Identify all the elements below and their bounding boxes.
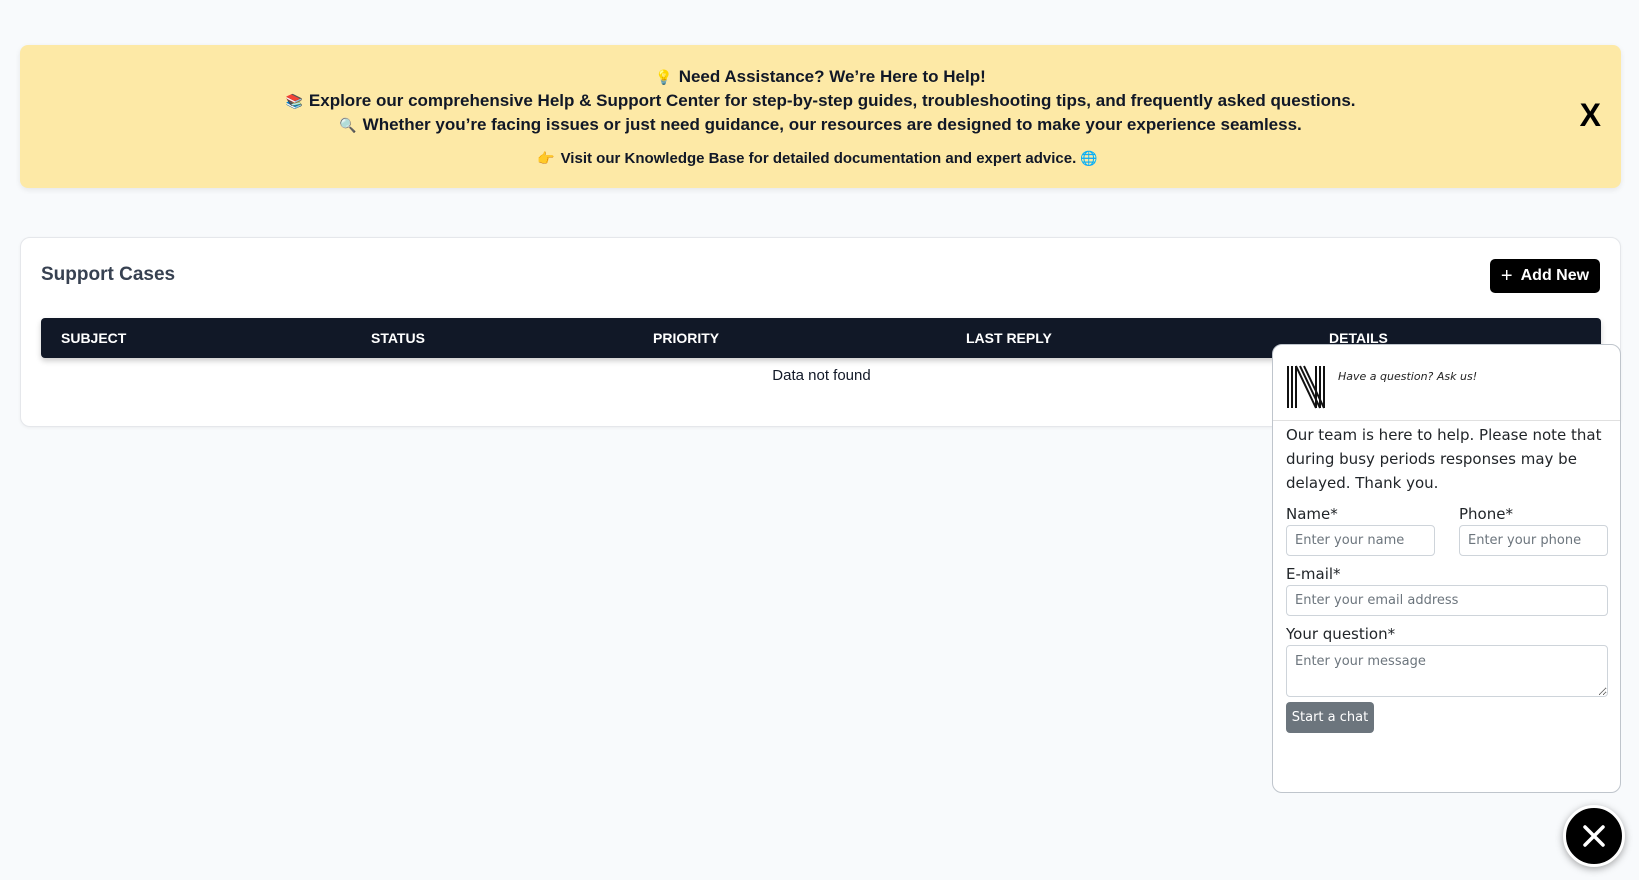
banner-close-button[interactable]: X bbox=[1580, 97, 1601, 134]
column-header-subject[interactable]: SUBJECT bbox=[61, 330, 126, 346]
banner-text-knowledge-base: 👉 Visit our Knowledge Base for detailed d… bbox=[537, 150, 1098, 167]
help-banner: 💡 Need Assistance? We’re Here to Help! 📚 E… bbox=[20, 45, 1621, 188]
add-new-label: Add New bbox=[1520, 267, 1590, 284]
brand-logo-icon bbox=[1287, 365, 1325, 409]
phone-label: Phone* bbox=[1459, 505, 1513, 523]
chat-toggle-button[interactable] bbox=[1563, 805, 1625, 867]
chat-header: Have a question? Ask us! bbox=[1273, 345, 1620, 421]
question-label: Your question* bbox=[1286, 625, 1396, 643]
globe-icon: 🌐 bbox=[1080, 150, 1098, 166]
banner-text-guidance: 🔍 Whether you’re facing issues or just ne… bbox=[339, 115, 1302, 134]
phone-input[interactable] bbox=[1459, 525, 1608, 556]
name-input[interactable] bbox=[1286, 525, 1435, 556]
plus-icon: + bbox=[1500, 265, 1513, 287]
start-chat-button[interactable]: Start a chat bbox=[1286, 702, 1374, 733]
banner-text-help-center: 📚 Explore our comprehensive Help & Suppor… bbox=[285, 91, 1356, 110]
column-header-last-reply[interactable]: LAST REPLY bbox=[966, 330, 1052, 346]
add-new-button[interactable]: + Add New bbox=[1490, 259, 1600, 293]
column-header-status[interactable]: STATUS bbox=[371, 330, 425, 346]
page-title: Support Cases bbox=[41, 264, 176, 285]
help-center-link[interactable]: Help & Support Center bbox=[538, 91, 720, 110]
chat-widget: Have a question? Ask us! Our team is her… bbox=[1272, 344, 1621, 793]
books-icon: 📚 bbox=[285, 93, 303, 109]
name-label: Name* bbox=[1286, 505, 1338, 523]
close-icon bbox=[1583, 825, 1605, 847]
lightbulb-icon: 💡 bbox=[655, 69, 673, 85]
banner-title: 💡 Need Assistance? We’re Here to Help! bbox=[655, 67, 986, 86]
pointing-hand-icon: 👉 bbox=[537, 150, 555, 166]
column-header-priority[interactable]: PRIORITY bbox=[653, 330, 719, 346]
email-input[interactable] bbox=[1286, 585, 1608, 616]
question-textarea[interactable] bbox=[1286, 645, 1608, 697]
magnifier-icon: 🔍 bbox=[339, 117, 357, 133]
chat-intro-text: Our team is here to help. Please note th… bbox=[1286, 426, 1602, 492]
chat-tagline: Have a question? Ask us! bbox=[1338, 370, 1478, 383]
email-label: E-mail* bbox=[1286, 565, 1341, 583]
